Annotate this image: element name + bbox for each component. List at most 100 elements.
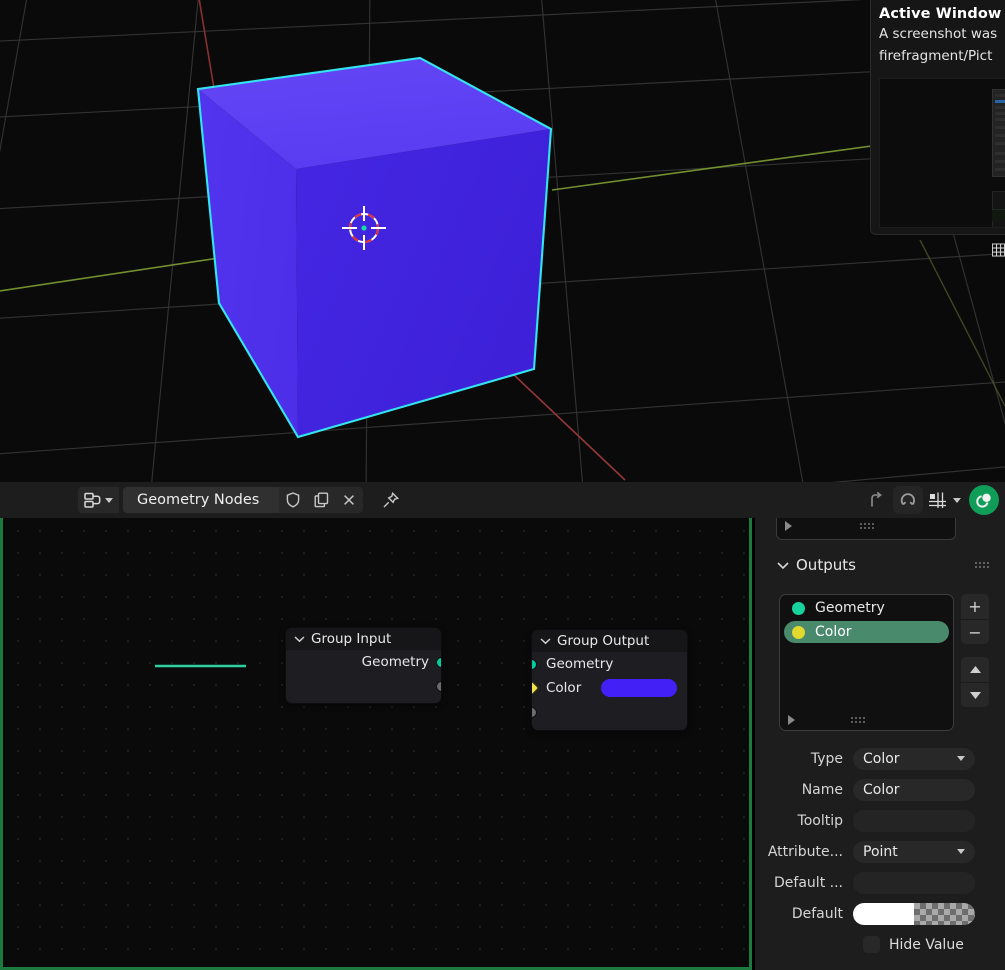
outputs-list-item-color[interactable]: Color <box>784 621 949 643</box>
add-output-button[interactable]: + <box>961 594 989 619</box>
chevron-down-icon <box>957 849 965 854</box>
group-input-node-header[interactable]: Group Input <box>286 628 441 650</box>
chevron-down-icon[interactable] <box>540 637 551 645</box>
group-output-node-title: Group Output <box>557 633 650 649</box>
geometry-socket-dot-icon <box>792 601 805 615</box>
property-row-type: Type Color <box>755 746 1005 771</box>
region-highlight-left <box>0 518 3 970</box>
geometry-input-socket[interactable] <box>532 659 537 670</box>
group-output-socket-virtual[interactable] <box>532 700 687 724</box>
triangle-down-icon <box>969 691 981 699</box>
socket-type-value: Color <box>863 750 900 767</box>
socket-label: Color <box>546 680 582 696</box>
name-label: Name <box>801 781 843 798</box>
default-attribute-field[interactable] <box>853 871 975 894</box>
move-output-down-button[interactable] <box>961 682 989 707</box>
outputs-list-buttons: + − <box>961 594 989 707</box>
socket-tooltip-field[interactable] <box>853 809 975 832</box>
virtual-input-socket[interactable] <box>532 707 537 718</box>
outputs-list-footer[interactable] <box>780 710 953 730</box>
snap-magnet-button[interactable] <box>893 486 923 514</box>
chevron-down-icon <box>105 497 113 503</box>
geometry-node-editor[interactable]: Group Input Geometry Group Output Geomet… <box>0 518 752 970</box>
triangle-right-icon[interactable] <box>788 715 795 725</box>
new-nodetree-icon <box>314 492 328 508</box>
chevron-down-icon[interactable] <box>294 635 305 643</box>
group-output-socket-geometry[interactable]: Geometry <box>532 652 687 676</box>
attribute-domain-label: Attribute... <box>767 843 843 860</box>
group-input-socket-geometry[interactable]: Geometry <box>286 650 441 674</box>
group-output-node-header[interactable]: Group Output <box>532 630 687 652</box>
group-input-node[interactable]: Group Input Geometry <box>286 628 441 703</box>
unlink-datablock-icon <box>344 495 354 505</box>
hide-value-checkbox[interactable] <box>863 936 880 953</box>
property-row-default-value: Default <box>755 901 1005 926</box>
screen-record-button[interactable] <box>969 485 999 515</box>
go-to-parent-nodetree-button[interactable] <box>861 486 891 514</box>
snap-dropdown-chevron-down-icon <box>953 497 961 503</box>
fake-user-icon <box>286 492 300 508</box>
node-links-layer <box>155 664 246 668</box>
socket-label: Geometry <box>361 654 429 670</box>
socket-label: Geometry <box>546 656 614 672</box>
group-properties-panel[interactable]: Outputs Geometry Color + − Type Color Na… <box>755 518 1005 970</box>
triangle-right-icon[interactable] <box>785 521 792 531</box>
tooltip-label: Tooltip <box>797 812 843 829</box>
notification-line-1: A screenshot was <box>879 26 998 42</box>
nodetree-name-field[interactable]: Geometry Nodes <box>123 487 279 513</box>
snap-target-icon <box>929 492 946 508</box>
notification-title: Active Window <box>879 6 1002 22</box>
thumbnail-statusbar <box>992 209 1005 221</box>
outputs-grip-dots-icon[interactable] <box>975 562 989 568</box>
outputs-list-item-geometry[interactable]: Geometry <box>784 597 949 619</box>
group-output-node[interactable]: Group Output Geometry Color <box>532 630 687 730</box>
group-input-node-body: Geometry <box>286 650 441 703</box>
type-label: Type <box>810 750 843 767</box>
footer-grip-dots-icon[interactable] <box>851 717 865 723</box>
thumbnail-outliner <box>992 89 1005 177</box>
remove-output-button[interactable]: − <box>961 619 989 644</box>
outputs-list[interactable]: Geometry Color <box>779 594 954 731</box>
default-value-label: Default <box>791 905 843 922</box>
move-output-up-button[interactable] <box>961 657 989 682</box>
socket-type-enum[interactable]: Color <box>853 747 975 770</box>
color-alpha-half <box>914 902 975 925</box>
editor-type-button[interactable] <box>78 487 119 513</box>
default-value-color[interactable] <box>853 902 975 925</box>
go-to-parent-nodetree-icon <box>870 491 882 507</box>
snap-options-group[interactable] <box>925 486 963 514</box>
list-item-label: Color <box>815 624 852 640</box>
group-input-socket-virtual[interactable] <box>286 674 441 698</box>
property-row-tooltip: Tooltip <box>755 808 1005 833</box>
viewport-grid <box>0 0 1005 482</box>
socket-name-value: Color <box>863 781 900 798</box>
outputs-section-header[interactable]: Outputs <box>777 554 989 576</box>
inputs-list-remnant[interactable] <box>776 518 956 540</box>
property-row-attribute-domain: Attribute... Point <box>755 839 1005 864</box>
attribute-domain-value: Point <box>863 843 898 860</box>
grip-dots-icon[interactable] <box>860 523 874 529</box>
notification-line-2: firefragment/Pict <box>879 48 993 64</box>
color-value-swatch[interactable] <box>601 679 677 697</box>
socket-name-field[interactable]: Color <box>853 778 975 801</box>
screenshot-notification[interactable]: Active Window A screenshot was firefragm… <box>870 0 1005 235</box>
virtual-output-socket[interactable] <box>436 681 441 692</box>
attribute-domain-enum[interactable]: Point <box>853 840 975 863</box>
group-output-socket-color[interactable]: Color <box>532 676 687 700</box>
group-output-node-body: Geometry Color <box>532 652 687 730</box>
grid-overlay-icon[interactable] <box>992 243 1005 257</box>
notification-thumbnail[interactable] <box>879 78 1005 228</box>
viewport-3d[interactable]: Active Window A screenshot was firefragm… <box>0 0 1005 482</box>
color-socket-dot-icon <box>792 625 805 639</box>
triangle-up-icon <box>969 666 981 673</box>
group-input-node-title: Group Input <box>311 631 392 647</box>
fake-user-button[interactable] <box>279 487 307 513</box>
outputs-section-label: Outputs <box>796 556 856 574</box>
new-nodetree-button[interactable] <box>307 487 335 513</box>
pin-button[interactable] <box>377 487 403 513</box>
color-solid-half <box>853 902 914 925</box>
chevron-down-icon[interactable] <box>777 561 789 570</box>
color-field-input-socket[interactable] <box>532 680 540 696</box>
geometry-output-socket[interactable] <box>436 657 441 668</box>
unlink-datablock-button[interactable] <box>335 487 363 513</box>
